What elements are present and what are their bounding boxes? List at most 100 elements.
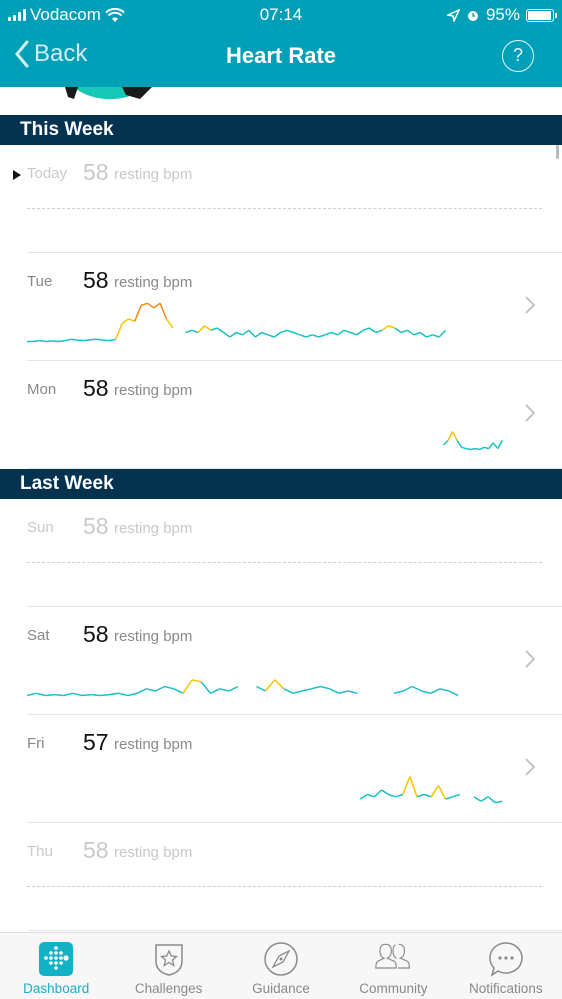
sparkline-segment [118,692,129,697]
sparkline-segment [480,796,489,802]
tab-challenges[interactable]: Challenges [112,933,224,999]
sparkline-segment [236,331,243,336]
sparkline-segment [473,796,482,802]
sparkline-segment [115,323,123,340]
day-row-tue[interactable]: Tue 58 resting bpm [0,253,562,361]
sparkline-segment [423,793,432,798]
sparkline-segment [54,693,64,697]
sparkline-segment [362,327,370,332]
sparkline-segment [452,793,460,798]
resting-bpm-value: 58 [83,621,109,647]
sparkline-segment [248,329,256,338]
day-row-today[interactable]: Today 58 resting bpm [0,145,562,253]
sparkline-segment [483,446,489,450]
sparkline-segment [461,446,467,450]
row-divider [27,930,562,931]
sparkline-segment [367,793,375,798]
selected-marker-icon [13,170,21,180]
day-row-mon[interactable]: Mon 58 resting bpm [0,361,562,469]
sparkline-segment [356,329,364,336]
day-label: Thu [27,843,53,860]
sparkline-segment [36,692,46,697]
resting-bpm-unit: resting bpm [114,382,193,399]
no-data-line [27,886,542,887]
sparkline-segment [430,785,440,798]
sparkline-segment [368,327,377,334]
tab-dashboard[interactable]: Dashboard [0,933,112,999]
heart-rate-illustration [60,87,160,101]
resting-bpm-value: 58 [83,375,109,401]
tab-bar: Dashboard Challenges Guidance Community Noti… [0,932,562,999]
sparkline-segment [45,693,55,697]
sparkline-segment [204,325,212,331]
sparkline-segment [185,329,193,334]
sparkline-segment [393,690,404,695]
sparkline-segment [311,685,321,690]
sparkline-segment [320,685,330,690]
sparkline-segment [216,327,225,334]
sparkline-segment [299,334,307,338]
day-row-sat[interactable]: Sat 58 resting bpm [0,607,562,715]
sparkline-segment [451,431,458,441]
status-bar: Vodacom 07:14 95% [0,0,562,30]
sparkline-segment [456,440,463,448]
header: Vodacom 07:14 95% Back Heart Rate ? [0,0,562,87]
nav-bar: Back Heart Rate ? [0,30,562,87]
resting-bpm-value: 58 [83,267,109,293]
sparkline-segment [283,688,294,694]
sparkline-segment [165,318,174,329]
sparkline-segment [426,334,434,338]
heart-rate-sparkline [27,679,459,697]
sparkline-segment [91,693,101,697]
tab-label: Guidance [252,981,310,996]
section-header: This Week [0,115,562,145]
sparkline-segment [445,796,453,800]
sparkline-segment [197,325,206,334]
location-icon [446,8,460,22]
chevron-right-icon [525,296,536,314]
sparkline-segment [292,690,303,695]
compass-icon [263,941,299,977]
sparkline-segment [280,329,288,334]
sparkline-segment [273,331,282,338]
resting-bpm-value: 58 [83,159,109,185]
tab-label: Dashboard [23,981,90,996]
sparkline-segment [96,338,104,341]
help-button[interactable]: ? [502,40,534,72]
sparkline-segment [77,339,85,342]
day-row-thu[interactable]: Thu 58 resting bpm [0,823,562,931]
sparkline-segment [134,305,142,322]
sparkline-segment [492,442,499,450]
resting-bpm-value: 58 [83,837,109,863]
sparkline-segment [448,690,459,697]
sparkline-segment [375,329,383,334]
sparkline-segment [136,688,147,694]
heart-rate-sparkline [442,431,503,451]
sparkline-segment [109,338,116,342]
heart-rate-sparkline [27,302,447,343]
sparkline-segment [242,329,250,336]
sparkline-segment [400,329,408,334]
sparkline-segment [261,331,269,336]
sparkline-segment [388,325,396,329]
people-icon [375,941,411,977]
sparkline-segment [191,679,202,683]
sparkline-segment [173,688,184,694]
sparkline-segment [495,800,503,804]
sparkline-segment [153,302,161,309]
day-label: Sat [27,627,50,644]
sparkline-segment [164,685,174,690]
day-row-sun[interactable]: Sun 58 resting bpm [0,499,562,607]
section-header: Last Week [0,469,562,499]
tab-guidance[interactable]: Guidance [225,933,337,999]
sparkline-segment [121,318,129,325]
day-row-fri[interactable]: Fri 57 resting bpm [0,715,562,823]
sparkline-segment [402,685,413,692]
sparkline-segment [264,679,276,692]
battery-icon [526,8,557,22]
tab-notifications[interactable]: Notifications [450,933,562,999]
sparkline-segment [293,331,300,336]
sparkline-segment [128,318,136,322]
sparkline-segment [407,329,415,336]
tab-community[interactable]: Community [337,933,449,999]
